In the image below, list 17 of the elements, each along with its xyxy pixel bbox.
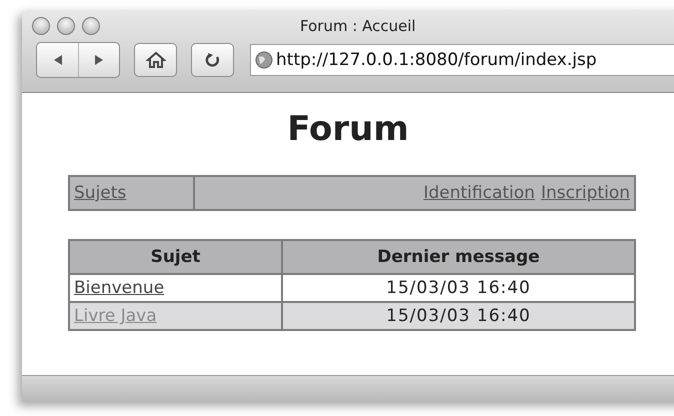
home-button[interactable] <box>134 43 177 77</box>
column-header: Sujet <box>69 240 282 274</box>
window-title: Forum : Accueil <box>300 17 416 35</box>
back-forward-control[interactable] <box>36 42 120 78</box>
window-control-button[interactable] <box>57 17 75 35</box>
window-control-button[interactable] <box>32 17 50 35</box>
nav-link[interactable]: Inscription <box>540 183 630 203</box>
window-control-button[interactable] <box>82 17 100 35</box>
column-header: Dernier message <box>282 240 635 274</box>
page-heading: Forum <box>286 109 410 149</box>
table-cell: 15/03/03 16:40 <box>282 302 635 330</box>
nav-link[interactable]: Identification <box>423 183 535 203</box>
globe-icon <box>255 51 273 69</box>
home-icon <box>146 51 166 69</box>
address-field[interactable]: http://127.0.0.1:8080/forum/index.jsp <box>250 44 674 76</box>
reload-icon <box>204 52 220 68</box>
reload-button[interactable] <box>191 43 234 77</box>
